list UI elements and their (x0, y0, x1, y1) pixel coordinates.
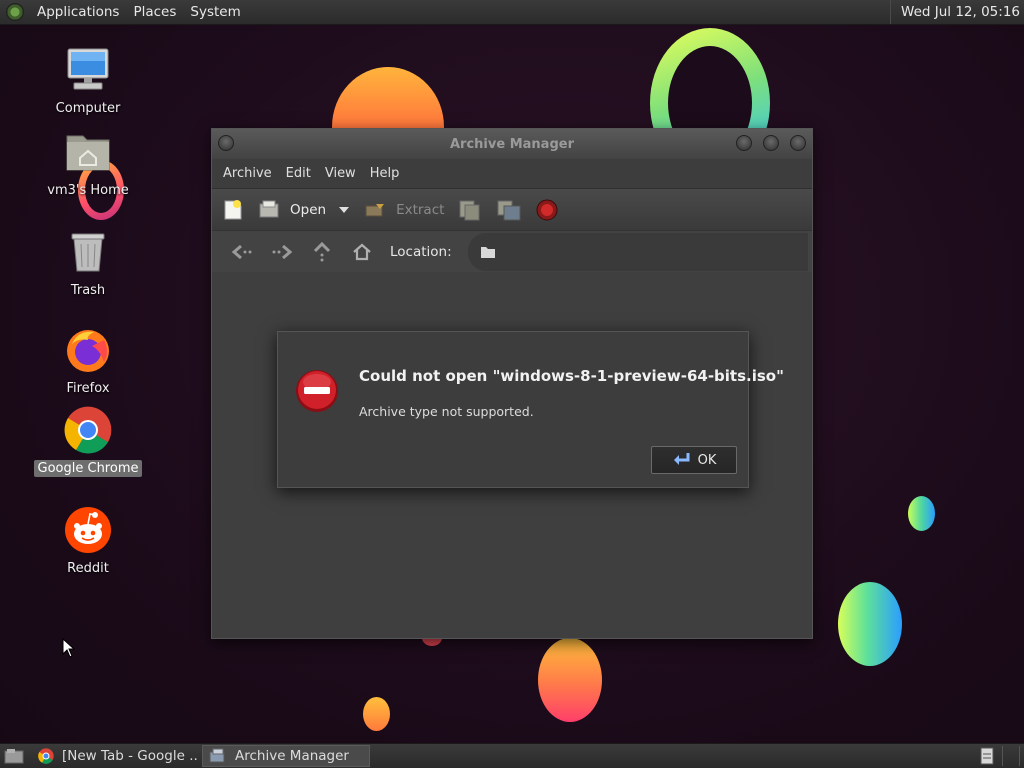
clock[interactable]: Wed Jul 12, 05:16 (890, 0, 1024, 24)
menu-edit[interactable]: Edit (279, 166, 318, 181)
toolbar: Open Extract (212, 188, 812, 230)
menu-places[interactable]: Places (126, 0, 183, 25)
open-label: Open (290, 201, 327, 218)
taskbar-item-label: [New Tab - Google ... (62, 748, 198, 764)
reddit-icon (64, 506, 112, 554)
chrome-icon (64, 406, 112, 454)
enter-arrow-icon (673, 453, 690, 465)
desktop-icon-firefox[interactable]: Firefox (33, 326, 143, 397)
open-recent-dropdown[interactable] (338, 205, 350, 215)
desktop-icon-computer[interactable]: Computer (33, 46, 143, 117)
trash-icon (64, 228, 112, 276)
mouse-cursor-icon (62, 638, 76, 658)
arrow-up-icon (313, 241, 331, 261)
firefox-icon (64, 326, 112, 374)
new-archive-button[interactable] (222, 199, 244, 221)
show-desktop-button[interactable] (0, 745, 32, 767)
chrome-icon (38, 748, 54, 764)
desktop-icon-trash[interactable]: Trash (33, 228, 143, 299)
chevron-down-icon (339, 206, 350, 213)
top-menu: Applications Places System (0, 0, 248, 24)
wallpaper-shape (908, 496, 935, 531)
extract-label: Extract (396, 201, 445, 218)
arrow-right-icon (272, 244, 293, 259)
desktop-icon-label: Firefox (66, 381, 110, 396)
desktop-icon-chrome[interactable]: Google Chrome (33, 406, 143, 477)
window-menu-button[interactable] (218, 135, 234, 151)
open-button[interactable]: Open (258, 200, 326, 220)
tray-separator (1019, 746, 1020, 766)
desktop-icon-label: Google Chrome (33, 460, 143, 477)
menu-view[interactable]: View (318, 166, 363, 181)
menubar: Archive Edit View Help (212, 159, 812, 188)
add-files-icon (459, 200, 480, 220)
folder-icon (480, 246, 495, 258)
menu-system[interactable]: System (183, 0, 247, 25)
taskbar-item-archive-manager[interactable]: Archive Manager (202, 745, 370, 767)
extract-button[interactable]: Extract (364, 200, 444, 220)
taskbar: [New Tab - Google ... Archive Manager (0, 743, 1024, 768)
tray-separator (1002, 746, 1003, 766)
extract-icon (365, 203, 385, 216)
open-archive-icon (259, 200, 279, 217)
dialog-message: Archive type not supported. (359, 404, 534, 419)
stop-icon (536, 199, 558, 220)
forward-button[interactable] (262, 244, 302, 260)
close-button[interactable] (790, 135, 806, 151)
desktop-icon-label: vm3's Home (47, 183, 129, 198)
system-tray (980, 744, 1024, 768)
taskbar-item-label: Archive Manager (235, 748, 349, 764)
show-desktop-icon (4, 749, 24, 764)
up-button[interactable] (302, 241, 342, 262)
error-icon (296, 370, 338, 412)
wallpaper-shape (538, 638, 602, 722)
location-label: Location: (390, 243, 452, 260)
ok-label: OK (697, 452, 717, 468)
location-bar: Location: (212, 230, 812, 272)
window-title: Archive Manager (450, 136, 574, 152)
window-titlebar[interactable]: Archive Manager (212, 129, 812, 159)
home-icon (353, 243, 371, 260)
top-panel: Applications Places System Wed Jul 12, 0… (0, 0, 1024, 25)
menu-applications[interactable]: Applications (30, 0, 126, 25)
desktop-icon-label: Computer (55, 101, 121, 116)
wallpaper-shape (363, 697, 390, 731)
add-folder-button[interactable] (496, 198, 522, 222)
maximize-button[interactable] (763, 135, 779, 151)
menu-help[interactable]: Help (363, 166, 407, 181)
new-file-icon (224, 199, 242, 219)
add-files-button[interactable] (458, 198, 482, 222)
home-button[interactable] (342, 243, 382, 261)
home-folder-icon (64, 128, 112, 176)
desktop-icon-label: Trash (70, 283, 106, 298)
stop-button[interactable] (536, 199, 558, 221)
desktop-icon-label: Reddit (67, 561, 109, 576)
ok-button[interactable]: OK (651, 446, 737, 474)
workspace-switcher-icon[interactable] (980, 747, 994, 765)
desktop-icon-home[interactable]: vm3's Home (33, 128, 143, 199)
desktop-icon-reddit[interactable]: Reddit (33, 506, 143, 577)
menu-archive[interactable]: Archive (216, 166, 279, 181)
computer-icon (64, 46, 112, 94)
dialog-headline: Could not open "windows-8-1-preview-64-b… (359, 367, 784, 385)
arrow-left-icon (231, 244, 252, 259)
taskbar-item-chrome[interactable]: [New Tab - Google ... (32, 745, 198, 767)
back-button[interactable] (222, 244, 262, 260)
archive-icon (209, 748, 225, 763)
error-dialog: Could not open "windows-8-1-preview-64-b… (277, 331, 784, 488)
location-field[interactable] (467, 232, 808, 271)
add-folder-icon (497, 200, 521, 220)
wallpaper-shape (838, 582, 902, 666)
distro-logo-icon[interactable] (6, 3, 24, 21)
minimize-button[interactable] (736, 135, 752, 151)
